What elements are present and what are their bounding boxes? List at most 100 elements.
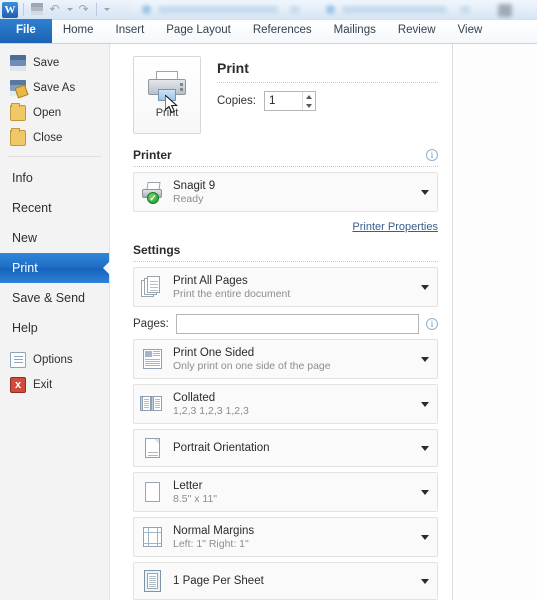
sidebar-item-label: Open [33,106,62,119]
print-sides-dropdown[interactable]: Print One Sided Only print on one side o… [133,339,438,379]
chevron-down-icon [421,445,429,451]
info-icon[interactable]: i [426,149,438,161]
chevron-down-icon [421,578,429,584]
option-title: Portrait Orientation [173,442,270,454]
check-badge-icon: ✓ [147,192,159,204]
printer-properties-link[interactable]: Printer Properties [352,221,438,233]
word-logo-icon[interactable]: W [2,1,18,18]
sidebar-item-exit[interactable]: x Exit [0,372,109,397]
print-heading-block: Print Copies: [217,56,438,111]
tab-references[interactable]: References [242,20,323,43]
title-bar-blurred-content [130,0,537,20]
option-subtitle: Left: 1" Right: 1" [173,537,249,550]
pages-row: Pages: i [133,314,438,334]
collation-dropdown[interactable]: Collated 1,2,3 1,2,3 1,2,3 [133,384,438,424]
divider [96,3,97,16]
tab-insert[interactable]: Insert [105,20,156,43]
sidebar-item-info[interactable]: Info [0,163,109,193]
redo-icon[interactable]: ↷ [76,2,91,17]
exit-icon: x [10,376,26,393]
word-backstage-print-window: W ↶ ↷ File Home Insert Page Layout Refer… [0,0,537,600]
backstage-sidebar: Save Save As Open Close Info Recent New … [0,44,110,600]
sidebar-item-label: Info [12,171,33,185]
options-icon [10,351,26,368]
sidebar-item-label: Options [33,353,73,366]
tab-review[interactable]: Review [387,20,447,43]
tab-file[interactable]: File [0,19,52,43]
orientation-dropdown[interactable]: Portrait Orientation [133,429,438,467]
save-icon[interactable] [29,2,44,17]
pages-per-sheet-dropdown[interactable]: 1 Page Per Sheet [133,562,438,600]
sidebar-item-open[interactable]: Open [0,100,109,125]
tab-mailings[interactable]: Mailings [323,20,387,43]
stacked-pages-icon [141,275,165,299]
sidebar-item-label: Exit [33,378,53,391]
save-icon [10,54,26,71]
print-range-dropdown[interactable]: Print All Pages Print the entire documen… [133,267,438,307]
copies-decrement-button[interactable] [303,101,315,110]
customize-qat-icon[interactable] [102,2,112,17]
pages-per-sheet-icon [141,569,165,593]
tab-page-layout[interactable]: Page Layout [155,20,242,43]
sidebar-item-save-and-send[interactable]: Save & Send [0,283,109,313]
sidebar-item-label: Save [33,56,60,69]
copies-increment-button[interactable] [303,92,315,101]
printer-properties-line: Printer Properties [133,217,438,235]
sidebar-item-save-as[interactable]: Save As [0,75,109,100]
divider [133,261,438,262]
printer-dropdown[interactable]: ✓ Snagit 9 Ready [133,172,438,212]
tab-home[interactable]: Home [52,20,105,43]
sidebar-item-label: Help [12,321,38,335]
copies-row: Copies: [217,91,438,111]
chevron-down-icon [421,356,429,362]
copies-stepper[interactable] [264,91,316,111]
option-subtitle: 1,2,3 1,2,3 1,2,3 [173,404,249,417]
divider [23,3,24,16]
ribbon-tab-bar: File Home Insert Page Layout References … [0,19,537,44]
sidebar-item-new[interactable]: New [0,223,109,253]
quick-access-toolbar[interactable]: W ↶ ↷ [0,1,112,18]
sidebar-item-save[interactable]: Save [0,50,109,75]
sidebar-item-help[interactable]: Help [0,313,109,343]
settings-section-title: Settings [133,243,181,257]
undo-dropdown-icon[interactable] [65,2,73,17]
sidebar-item-close[interactable]: Close [0,125,109,150]
sidebar-item-label: Save & Send [12,291,85,305]
printer-section-title: Printer [133,148,172,162]
sidebar-item-label: Recent [12,201,52,215]
sidebar-item-print[interactable]: Print [0,253,109,283]
option-subtitle: 8.5" x 11" [173,492,218,505]
sidebar-item-label: Close [33,131,63,144]
sidebar-item-recent[interactable]: Recent [0,193,109,223]
one-sided-icon [141,347,165,371]
print-button[interactable]: Print [133,56,201,134]
pages-label: Pages: [133,318,169,330]
copies-input[interactable] [265,92,302,110]
option-title: Print All Pages [173,274,248,287]
settings-section-header: Settings [133,243,438,257]
page-title: Print [217,60,249,76]
info-icon[interactable]: i [426,318,438,330]
paper-size-dropdown[interactable]: Letter 8.5" x 11" [133,472,438,512]
portrait-icon [141,436,165,460]
margins-dropdown[interactable]: Normal Margins Left: 1" Right: 1" [133,517,438,557]
chevron-down-icon [421,284,429,290]
undo-icon[interactable]: ↶ [47,2,62,17]
printer-status: Ready [173,192,204,205]
divider [217,82,438,83]
print-header-row: Print Print Copies: [133,56,438,134]
sidebar-item-label: New [12,231,38,245]
sidebar-item-options[interactable]: Options [0,347,109,372]
option-subtitle: Print the entire document [173,287,291,300]
collated-icon [140,392,165,416]
option-title: Collated [173,391,216,404]
tab-view[interactable]: View [447,20,494,43]
chevron-down-icon [421,489,429,495]
chevron-down-icon [421,534,429,540]
margins-icon [141,525,165,549]
printer-section-header: Printer i [133,148,438,162]
pages-input[interactable] [175,314,419,334]
printer-icon [147,71,187,105]
option-subtitle: Only print on one side of the page [173,359,331,372]
option-title: 1 Page Per Sheet [173,575,264,587]
